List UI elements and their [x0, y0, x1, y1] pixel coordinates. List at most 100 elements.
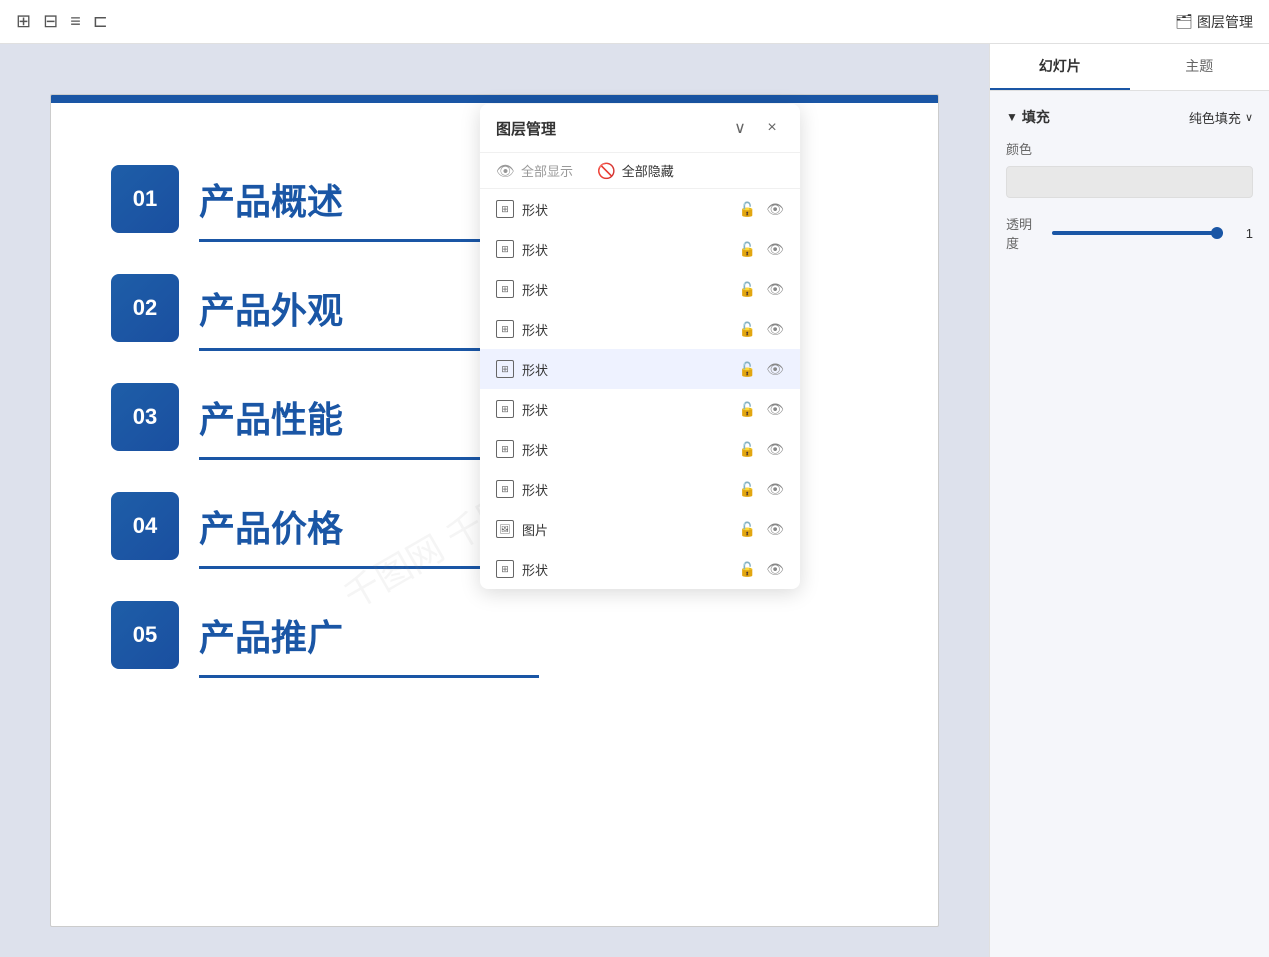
tab-slide[interactable]: 幻灯片: [990, 44, 1130, 90]
layer-item-icon-2: ⊞: [496, 280, 514, 298]
visibility-icon-0[interactable]: 👁: [766, 201, 784, 218]
menu-title-2: 产品外观: [199, 282, 343, 334]
menu-number-4: 04: [111, 492, 179, 560]
opacity-slider-thumb[interactable]: [1211, 227, 1223, 239]
hide-all-button[interactable]: 🚫 全部隐藏: [597, 161, 674, 180]
lock-icon-2[interactable]: 🔓: [739, 281, 756, 298]
visibility-icon-3[interactable]: 👁: [766, 321, 784, 338]
menu-number-2: 02: [111, 274, 179, 342]
lock-icon-7[interactable]: 🔓: [739, 481, 756, 498]
layer-item-name-5: 形状: [522, 400, 731, 419]
layer-item-name-6: 形状: [522, 440, 731, 459]
right-panel-body: ▼ 填充 纯色填充 ∨ 颜色 透明度: [990, 91, 1269, 284]
toolbar: ⊞ ⊟ ≡ ⊏ 🗂 图层管理: [0, 0, 1269, 44]
toolbar-icon-1[interactable]: ⊞: [16, 11, 31, 32]
visibility-icon-4[interactable]: 👁: [766, 361, 784, 378]
visibility-icon-1[interactable]: 👁: [766, 241, 784, 258]
tab-theme[interactable]: 主题: [1130, 44, 1269, 90]
visibility-icon-6[interactable]: 👁: [766, 441, 784, 458]
visibility-icon-9[interactable]: 👁: [766, 561, 784, 578]
toolbar-icon-2[interactable]: ⊟: [43, 11, 58, 32]
fill-type-select[interactable]: 纯色填充 ∨: [1189, 108, 1253, 127]
lock-icon-8[interactable]: 🔓: [739, 521, 756, 538]
lock-icon-1[interactable]: 🔓: [739, 241, 756, 258]
layer-item-icon-5: ⊞: [496, 400, 514, 418]
layer-item-6[interactable]: ⊞ 形状 🔓 👁: [480, 429, 800, 469]
layer-item-icon-3: ⊞: [496, 320, 514, 338]
layer-item-icon-1: ⊞: [496, 240, 514, 258]
menu-title-3: 产品性能: [199, 391, 343, 443]
menu-number-5: 05: [111, 601, 179, 669]
color-preview-box[interactable]: [1006, 166, 1253, 198]
toolbar-icon-4[interactable]: ⊏: [93, 11, 108, 32]
layer-manager-button[interactable]: 🗂 图层管理: [1175, 12, 1253, 32]
layer-item-controls-7: 🔓 👁: [739, 481, 784, 498]
layer-list: ⊞ 形状 🔓 👁 ⊞ 形状 🔓 👁 ⊞: [480, 189, 800, 589]
layer-item-controls-2: 🔓 👁: [739, 281, 784, 298]
layer-panel-title: 图层管理: [496, 118, 556, 139]
layer-item-name-9: 形状: [522, 560, 731, 579]
layer-item-name-2: 形状: [522, 280, 731, 299]
layer-item-7[interactable]: ⊞ 形状 🔓 👁: [480, 469, 800, 509]
lock-icon-9[interactable]: 🔓: [739, 561, 756, 578]
lock-icon-4[interactable]: 🔓: [739, 361, 756, 378]
layer-item-controls-0: 🔓 👁: [739, 201, 784, 218]
layer-item-0[interactable]: ⊞ 形状 🔓 👁: [480, 189, 800, 229]
layer-item-icon-4: ⊞: [496, 360, 514, 378]
fill-section: ▼ 填充 纯色填充 ∨ 颜色 透明度: [1006, 107, 1253, 252]
layer-item-1[interactable]: ⊞ 形状 🔓 👁: [480, 229, 800, 269]
visibility-icon-7[interactable]: 👁: [766, 481, 784, 498]
layers-icon: 🗂: [1175, 13, 1193, 30]
visibility-icon-5[interactable]: 👁: [766, 401, 784, 418]
canvas-area[interactable]: 千图网 千图网 千图网 01 产品概述: [0, 44, 989, 957]
layer-item-4[interactable]: ⊞ 形状 🔓 👁: [480, 349, 800, 389]
show-all-button[interactable]: 👁 全部显示: [496, 161, 573, 180]
layer-item-icon-8: 🖼: [496, 520, 514, 538]
layer-item-5[interactable]: ⊞ 形状 🔓 👁: [480, 389, 800, 429]
layer-visibility-row: 👁 全部显示 🚫 全部隐藏: [480, 153, 800, 189]
layer-item-controls-6: 🔓 👁: [739, 441, 784, 458]
menu-underline-5: [199, 675, 539, 678]
layer-item-8[interactable]: 🖼 图片 🔓 👁: [480, 509, 800, 549]
menu-item-5: 05 产品推广: [111, 601, 878, 678]
opacity-slider[interactable]: [1052, 231, 1223, 235]
menu-number-1: 01: [111, 165, 179, 233]
layer-item-2[interactable]: ⊞ 形状 🔓 👁: [480, 269, 800, 309]
layer-panel-close-btn[interactable]: ×: [760, 116, 784, 140]
fill-type-dropdown-icon: ∨: [1245, 111, 1253, 124]
fill-label: ▼ 填充: [1006, 107, 1050, 127]
lock-icon-5[interactable]: 🔓: [739, 401, 756, 418]
layer-item-icon-6: ⊞: [496, 440, 514, 458]
opacity-section: 透明度 1: [1006, 214, 1253, 252]
menu-item-row-5: 05 产品推广: [111, 601, 878, 669]
layer-panel-collapse-btn[interactable]: ∨: [728, 116, 752, 140]
visibility-icon-8[interactable]: 👁: [766, 521, 784, 538]
lock-icon-3[interactable]: 🔓: [739, 321, 756, 338]
layer-item-name-7: 形状: [522, 480, 731, 499]
layer-panel-header: 图层管理 ∨ ×: [480, 104, 800, 153]
visibility-icon-2[interactable]: 👁: [766, 281, 784, 298]
menu-title-5: 产品推广: [199, 609, 343, 661]
fill-expand-icon[interactable]: ▼: [1006, 110, 1018, 124]
opacity-value: 1: [1233, 226, 1253, 241]
layer-item-icon-0: ⊞: [496, 200, 514, 218]
eye-icon: 👁: [496, 162, 515, 180]
toolbar-icon-3[interactable]: ≡: [70, 11, 81, 32]
layer-item-icon-7: ⊞: [496, 480, 514, 498]
layer-item-name-1: 形状: [522, 240, 731, 259]
layer-item-9[interactable]: ⊞ 形状 🔓 👁: [480, 549, 800, 589]
menu-number-3: 03: [111, 383, 179, 451]
color-label: 颜色: [1006, 139, 1253, 158]
layer-item-controls-8: 🔓 👁: [739, 521, 784, 538]
lock-icon-6[interactable]: 🔓: [739, 441, 756, 458]
menu-title-4: 产品价格: [199, 500, 343, 552]
layer-item-controls-1: 🔓 👁: [739, 241, 784, 258]
color-section: 颜色: [1006, 139, 1253, 198]
layer-item-controls-9: 🔓 👁: [739, 561, 784, 578]
right-panel-tabs: 幻灯片 主题: [990, 44, 1269, 91]
layer-item-controls-4: 🔓 👁: [739, 361, 784, 378]
layer-panel: 图层管理 ∨ × 👁 全部显示 🚫 全部隐藏: [480, 104, 800, 589]
layer-item-3[interactable]: ⊞ 形状 🔓 👁: [480, 309, 800, 349]
fill-header: ▼ 填充 纯色填充 ∨: [1006, 107, 1253, 127]
lock-icon-0[interactable]: 🔓: [739, 201, 756, 218]
